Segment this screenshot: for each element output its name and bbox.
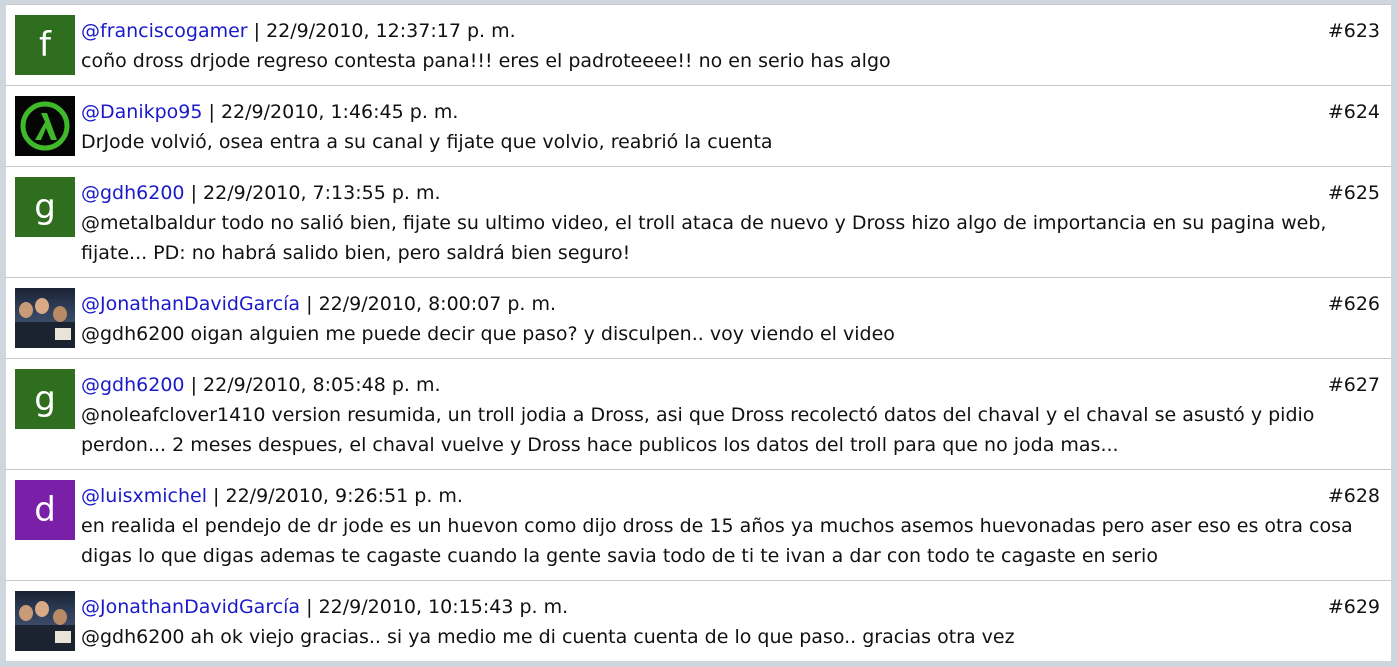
comment-item: f @franciscogamer | 22/9/2010, 12:37:17 … [6,4,1391,85]
comment-text: en realida el pendejo de dr jode es un h… [81,515,1353,567]
comment-date: 22/9/2010, 7:13:55 p. m. [203,182,441,204]
separator: | [190,374,204,396]
comment-date: 22/9/2010, 10:15:43 p. m. [318,596,569,618]
comment-date: 22/9/2010, 8:05:48 p. m. [203,374,441,396]
comment-text: @noleafclover1410 version resumida, un t… [81,404,1315,456]
comment-number: #626 [1327,293,1380,315]
comment-number: #629 [1327,596,1380,618]
comment-meta: @gdh6200 | 22/9/2010, 7:13:55 p. m. [81,178,441,208]
comment-text: @gdh6200 ah ok viejo gracias.. si ya med… [81,626,1015,648]
username-link[interactable]: @gdh6200 [81,182,185,204]
separator: | [213,485,226,507]
comment-number: #625 [1327,182,1380,204]
comment-meta: @Danikpo95 | 22/9/2010, 1:46:45 p. m. [81,97,458,127]
comment-item: d @luisxmichel | 22/9/2010, 9:26:51 p. m… [6,469,1391,580]
comment-text: @metalbaldur todo no salió bien, fijate … [81,212,1327,264]
user-avatar[interactable] [15,288,75,348]
comment-text: coño dross drjode regreso contesta pana!… [81,50,891,72]
comment-date: 22/9/2010, 12:37:17 p. m. [266,20,516,42]
separator: | [306,293,319,315]
username-link[interactable]: @JonathanDavidGarcía [81,293,300,315]
user-avatar[interactable]: g [15,177,75,237]
comment-meta: @gdh6200 | 22/9/2010, 8:05:48 p. m. [81,370,441,400]
comment-text: DrJode volvió, osea entra a su canal y f… [81,131,773,153]
comment-item: @JonathanDavidGarcía | 22/9/2010, 8:00:0… [6,277,1391,358]
username-link[interactable]: @Danikpo95 [81,101,202,123]
comment-text: @gdh6200 oigan alguien me puede decir qu… [81,323,895,345]
username-link[interactable]: @gdh6200 [81,374,185,396]
comment-date: 22/9/2010, 9:26:51 p. m. [225,485,463,507]
username-link[interactable]: @luisxmichel [81,485,207,507]
comment-meta: @JonathanDavidGarcía | 22/9/2010, 10:15:… [81,592,568,622]
comment-item: @JonathanDavidGarcía | 22/9/2010, 10:15:… [6,580,1391,661]
comment-meta: @luisxmichel | 22/9/2010, 9:26:51 p. m. [81,481,463,511]
comment-number: #623 [1327,20,1380,42]
comment-list: f @franciscogamer | 22/9/2010, 12:37:17 … [6,4,1391,661]
comment-item: @Danikpo95 | 22/9/2010, 1:46:45 p. m. #6… [6,85,1391,166]
username-link[interactable]: @JonathanDavidGarcía [81,596,300,618]
comment-number: #627 [1327,374,1380,396]
comment-meta: @JonathanDavidGarcía | 22/9/2010, 8:00:0… [81,289,556,319]
user-avatar[interactable]: f [15,15,75,75]
comment-number: #628 [1327,485,1380,507]
comment-item: g @gdh6200 | 22/9/2010, 8:05:48 p. m. #6… [6,358,1391,469]
separator: | [253,20,267,42]
user-avatar[interactable]: g [15,369,75,429]
user-avatar[interactable] [15,591,75,651]
page-background: f @franciscogamer | 22/9/2010, 12:37:17 … [0,0,1398,667]
separator: | [208,101,221,123]
user-avatar[interactable]: d [15,480,75,540]
comment-item: g @gdh6200 | 22/9/2010, 7:13:55 p. m. #6… [6,166,1391,277]
comment-date: 22/9/2010, 1:46:45 p. m. [220,101,459,123]
separator: | [306,596,319,618]
separator: | [190,182,204,204]
comment-date: 22/9/2010, 8:00:07 p. m. [318,293,557,315]
comment-meta: @franciscogamer | 22/9/2010, 12:37:17 p.… [81,16,516,46]
lambda-icon [15,96,75,156]
username-link[interactable]: @franciscogamer [81,20,248,42]
comment-number: #624 [1327,101,1380,123]
user-avatar[interactable] [15,96,75,156]
